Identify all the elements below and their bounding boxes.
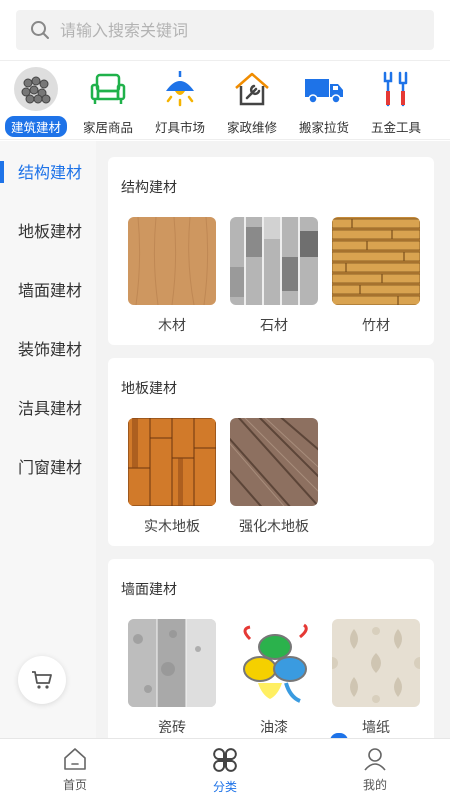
side-nav-label: 装饰建材 bbox=[18, 339, 83, 359]
product-label: 油漆 bbox=[260, 720, 288, 736]
ceiling-lamp-icon bbox=[158, 67, 202, 111]
side-nav-item-wall[interactable]: 墙面建材 bbox=[0, 259, 96, 318]
wood-texture-image bbox=[128, 217, 216, 305]
section-wall: 墙面建材 瓷砖 油漆 墙纸 bbox=[108, 559, 434, 738]
stone-texture-image bbox=[230, 217, 318, 305]
cart-button[interactable] bbox=[18, 656, 66, 704]
side-nav-label: 门窗建材 bbox=[18, 457, 83, 477]
product-label: 实木地板 bbox=[144, 519, 200, 535]
product-label: 石材 bbox=[260, 318, 288, 334]
product-tile[interactable]: 瓷砖 bbox=[128, 619, 216, 737]
product-tile[interactable]: 油漆 bbox=[230, 619, 318, 737]
category-label: 家政维修 bbox=[226, 120, 277, 135]
product-label: 强化木地板 bbox=[239, 519, 309, 535]
category-label: 搬家拉货 bbox=[298, 120, 349, 135]
tools-icon bbox=[374, 67, 418, 111]
category-label: 五金工具 bbox=[370, 120, 421, 135]
product-tile[interactable]: 竹材 bbox=[332, 217, 420, 335]
laminate-floor-image bbox=[230, 418, 318, 506]
category-label: 建筑建材 bbox=[4, 116, 67, 137]
product-label: 木材 bbox=[158, 318, 186, 334]
side-nav: 结构建材 地板建材 墙面建材 装饰建材 洁具建材 门窗建材 bbox=[0, 141, 96, 738]
section-title: 地板建材 bbox=[121, 381, 177, 397]
side-nav-item-doors-windows[interactable]: 门窗建材 bbox=[0, 436, 96, 495]
category-hardware-tools[interactable]: 五金工具 bbox=[360, 61, 432, 139]
search-input[interactable] bbox=[60, 20, 400, 40]
product-tile[interactable]: 实木地板 bbox=[128, 418, 216, 536]
section-flooring: 地板建材 实木地板 强化木地板 bbox=[108, 358, 434, 546]
section-title: 墙面建材 bbox=[121, 582, 177, 598]
product-tile[interactable]: 墙纸 bbox=[332, 619, 420, 737]
product-tile[interactable]: 石材 bbox=[230, 217, 318, 335]
cart-icon bbox=[32, 671, 52, 689]
product-label: 瓷砖 bbox=[158, 720, 186, 736]
tab-category[interactable]: 分类 bbox=[150, 739, 300, 800]
search-bar bbox=[0, 0, 450, 60]
product-tile[interactable]: 强化木地板 bbox=[230, 418, 318, 536]
truck-icon bbox=[302, 67, 346, 111]
side-nav-item-flooring[interactable]: 地板建材 bbox=[0, 200, 96, 259]
category-label: 家居商品 bbox=[82, 120, 133, 135]
category-housekeeping-repair[interactable]: 家政维修 bbox=[216, 61, 288, 139]
tab-label: 我的 bbox=[362, 778, 387, 792]
category-lamp-market[interactable]: 灯具市场 bbox=[144, 61, 216, 139]
profile-icon bbox=[364, 748, 386, 771]
section-structural: 结构建材 木材 石材 竹材 bbox=[108, 157, 434, 345]
tab-profile[interactable]: 我的 bbox=[300, 739, 450, 800]
wallpaper-texture-image bbox=[332, 619, 420, 707]
bamboo-texture-image bbox=[332, 217, 420, 305]
category-content: 结构建材 木材 石材 竹材 地板建材 实木地板 强化木地板 墙面建材 瓷砖 油漆… bbox=[96, 141, 450, 738]
side-nav-item-decoration[interactable]: 装饰建材 bbox=[0, 318, 96, 377]
home-icon bbox=[64, 748, 86, 770]
armchair-icon bbox=[86, 67, 130, 111]
search-box[interactable] bbox=[16, 10, 434, 50]
side-nav-label: 地板建材 bbox=[18, 221, 83, 241]
search-icon bbox=[31, 21, 49, 39]
section-title: 结构建材 bbox=[121, 180, 177, 196]
category-label: 灯具市场 bbox=[154, 120, 205, 135]
category-icon bbox=[213, 748, 237, 772]
category-moving-freight[interactable]: 搬家拉货 bbox=[288, 61, 360, 139]
category-home-goods[interactable]: 家居商品 bbox=[72, 61, 144, 139]
paint-cans-image bbox=[230, 619, 318, 707]
category-strip: 建筑建材 家居商品 灯具市场 家政维修 搬家拉货 五金工具 bbox=[0, 60, 450, 140]
side-nav-label: 洁具建材 bbox=[18, 398, 83, 418]
tab-label: 首页 bbox=[62, 778, 87, 792]
product-tile[interactable]: 木材 bbox=[128, 217, 216, 335]
house-wrench-icon bbox=[230, 67, 274, 111]
side-nav-label: 墙面建材 bbox=[18, 280, 83, 300]
category-building-materials[interactable]: 建筑建材 bbox=[0, 61, 72, 139]
solid-wood-floor-image bbox=[128, 418, 216, 506]
bottom-tab-bar: 首页 分类 我的 bbox=[0, 738, 450, 800]
side-nav-item-sanitary[interactable]: 洁具建材 bbox=[0, 377, 96, 436]
tile-texture-image bbox=[128, 619, 216, 707]
tab-home[interactable]: 首页 bbox=[0, 739, 150, 800]
side-nav-item-structural[interactable]: 结构建材 bbox=[0, 141, 96, 200]
side-nav-label: 结构建材 bbox=[18, 162, 83, 182]
product-label: 竹材 bbox=[362, 318, 390, 334]
steel-pipes-icon bbox=[14, 67, 58, 111]
tab-label: 分类 bbox=[212, 780, 237, 794]
